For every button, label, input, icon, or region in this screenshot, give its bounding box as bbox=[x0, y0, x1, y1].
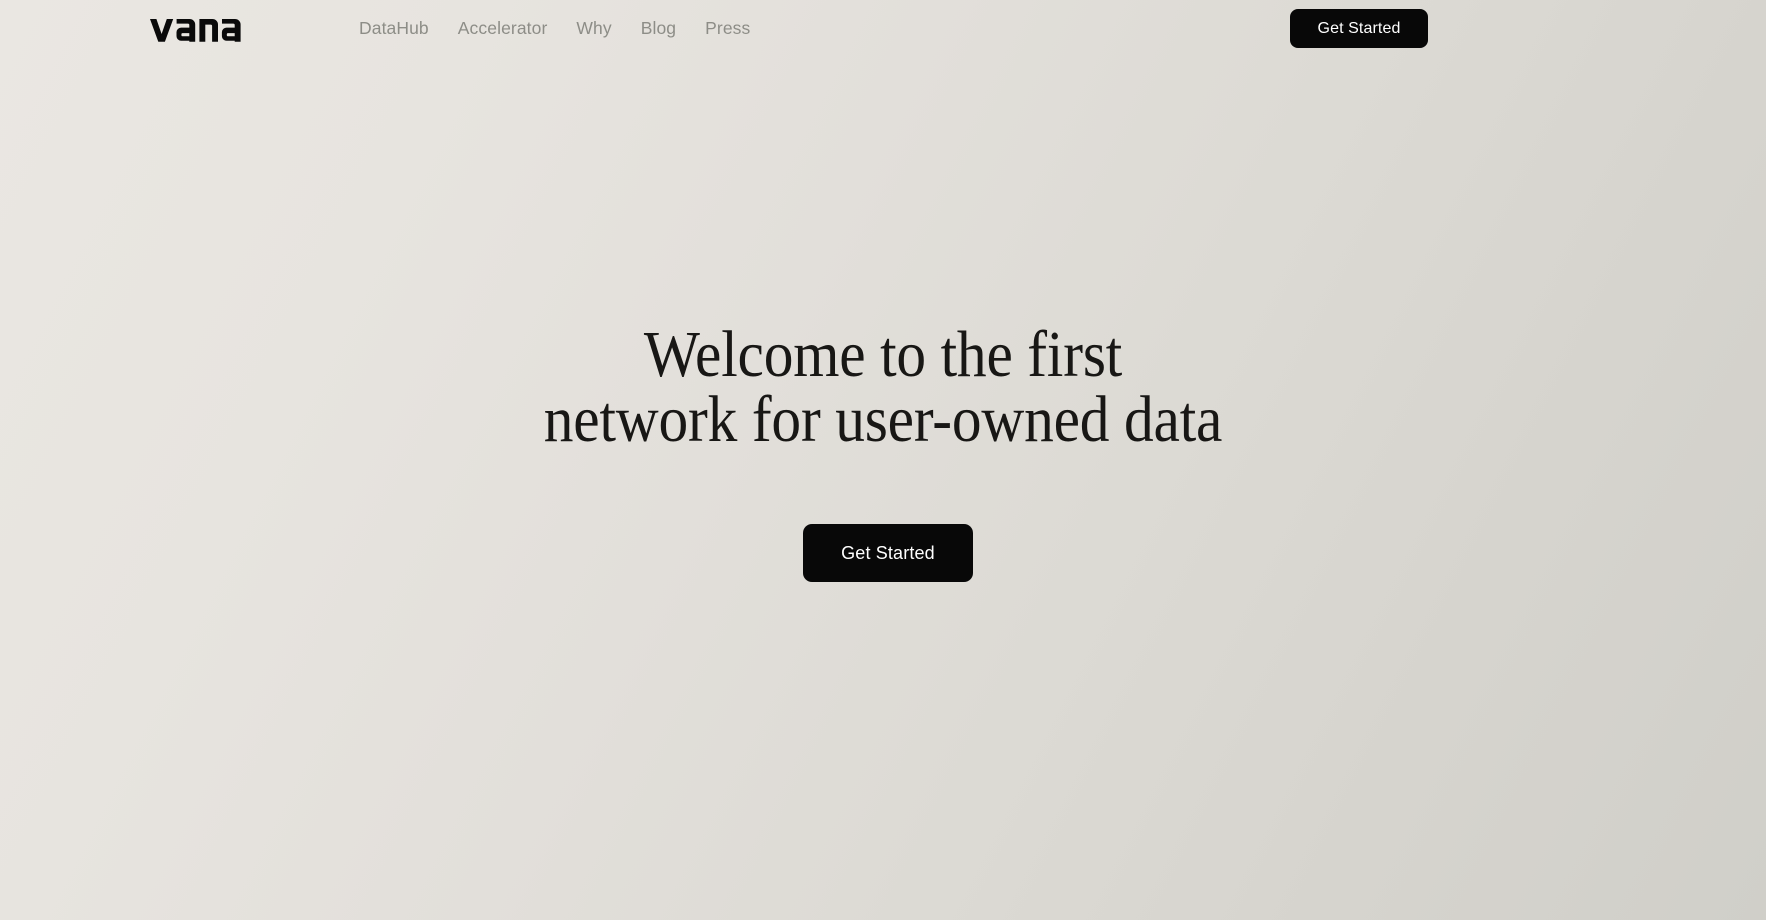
vana-wordmark-icon bbox=[150, 13, 242, 43]
hero-headline-line-2: network for user-owned data bbox=[543, 383, 1223, 456]
hero-headline: Welcome to the first network for user-ow… bbox=[0, 318, 1766, 456]
site-header: DataHub Accelerator Why Blog Press Get S… bbox=[0, 0, 1766, 57]
hero-section: Welcome to the first network for user-ow… bbox=[0, 0, 1766, 920]
nav-item-accelerator[interactable]: Accelerator bbox=[458, 0, 548, 57]
nav-item-datahub[interactable]: DataHub bbox=[359, 0, 429, 57]
nav-item-why[interactable]: Why bbox=[576, 0, 611, 57]
nav-item-blog[interactable]: Blog bbox=[641, 0, 676, 57]
hero-headline-line-1: Welcome to the first bbox=[643, 318, 1123, 391]
hero-get-started-button[interactable]: Get Started bbox=[803, 524, 973, 582]
nav-item-press[interactable]: Press bbox=[705, 0, 750, 57]
main-navigation: DataHub Accelerator Why Blog Press bbox=[359, 0, 750, 57]
vana-logo-link[interactable] bbox=[150, 13, 242, 43]
header-get-started-button[interactable]: Get Started bbox=[1290, 9, 1428, 48]
